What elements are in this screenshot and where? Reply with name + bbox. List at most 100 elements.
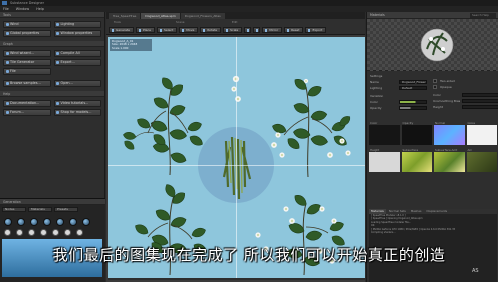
compile-all-button[interactable]: Compile All [53,50,101,57]
node-knob[interactable] [69,218,77,226]
help-header: Help [0,91,104,97]
opacity-map-thumb[interactable]: Opacity [401,121,432,145]
material-preview[interactable] [367,19,498,71]
ao-map-thumb[interactable]: AO [466,148,497,172]
tile-generator-button[interactable]: Tile Generator [3,59,51,66]
right-panel: Materials Search Help Settings Name Dogwo… [366,12,498,282]
texture-map-grid: Color Opacity Normal Gloss Height Subsur… [369,121,497,172]
open-button[interactable]: Open... [53,80,101,87]
node-dot[interactable] [40,229,47,236]
atlas-toolbar: Generate Place Select Move Rotate Scale … [106,25,365,35]
color-slider[interactable] [399,99,427,105]
materials-title: Materials [370,13,385,17]
select-button[interactable]: Select [157,27,178,33]
tab-presets[interactable]: Presets [54,207,78,212]
search-help-field[interactable]: Search Help [470,13,496,18]
normal-map-label: Normal [435,121,446,125]
side-color-label: Color [433,93,441,97]
node-knob[interactable] [17,218,25,226]
node-knob[interactable] [56,218,64,226]
normal-map-thumb[interactable]: Normal [434,121,465,145]
color-map-label: Color [370,121,378,125]
subsurface-amount-map-label: Subsurface Amt [435,148,458,152]
node-knob[interactable] [82,218,90,226]
video-subtitle: 我们最后的图集现在完成了 所以我们可以开始真正的创造 [52,246,446,264]
viewport-info: Dogwood_A_01 Size: 2048 x 2048 Scale 1.0… [110,39,152,51]
export-atlas-button[interactable]: Export [305,27,327,33]
node-dot[interactable] [28,229,35,236]
tab-nodes[interactable]: Nodes [2,207,26,212]
reset-button[interactable]: Reset [284,27,304,33]
window-title: Substance Designer [10,1,44,5]
lighting-dropdown[interactable]: Default [399,85,427,91]
watermark-logo: AS [472,268,479,274]
opacity-map-label: Opacity [402,121,414,125]
remove-button[interactable] [253,27,261,33]
name-field[interactable]: Dogwood_Flower [399,79,427,85]
opaque-checkbox[interactable] [433,85,437,89]
documentation-button[interactable]: Documentation... [3,100,51,107]
unsmoothing-bias-label: Unsmoothing Bias [433,99,461,103]
global-properties-button[interactable]: Global properties [3,30,51,37]
place-button[interactable]: Place [136,27,155,33]
tools-header: Tools [0,12,104,18]
preview-sphere [367,19,498,71]
tab-meshes[interactable]: Meshes [409,209,424,214]
forum-button[interactable]: Forum... [3,109,51,116]
mirror-button[interactable]: Mirror [262,27,283,33]
settings-label: Settings [370,74,383,78]
move-button[interactable]: Move [179,27,199,33]
gloss-map-label: Gloss [467,121,476,125]
node-dot[interactable] [76,229,83,236]
scale-button[interactable]: Scale [223,27,243,33]
export-button[interactable]: Export... [53,59,101,66]
material-side-properties: Two-sided Opaque Color Unsmoothing Bias … [433,78,498,110]
graph-header: Graph [0,41,104,47]
tab-displacements[interactable]: Displacements [424,209,449,214]
side-color-field[interactable] [462,92,498,98]
shop-models-button[interactable]: Shop for models... [53,109,101,116]
opacity-slider[interactable] [399,105,427,111]
wind-wizard-button[interactable]: Wind wizard... [3,50,51,57]
app-logo-icon [2,1,7,5]
unsmoothing-bias-field[interactable] [462,98,498,104]
height-field[interactable] [462,104,498,110]
node-knob[interactable] [4,218,12,226]
document-tabs: Tree_SpeedTree Dogwood_Atlas.spm Dogwood… [106,12,365,19]
subsurface-map-label: Subsurface [402,148,419,152]
subsurface-map-thumb[interactable]: Subsurface [401,148,432,172]
node-dot[interactable] [4,229,11,236]
viewport-statusbar [108,278,365,280]
gloss-map-thumb[interactable]: Gloss [466,121,497,145]
editor-area: Tree_SpeedTree Dogwood_Atlas.spm Dogwood… [106,12,365,282]
node-dot[interactable] [64,229,71,236]
video-tutorials-button[interactable]: Video tutorials... [53,100,101,107]
opacity-label: Opacity [370,106,382,110]
lighting-label: Lighting [370,86,383,90]
info-line: Scale 1.000 [112,45,129,50]
height-map-thumb[interactable]: Height [369,148,400,172]
branch-top-left [122,75,205,176]
console-line: Compiling shaders... [371,231,396,235]
window-properties-button[interactable]: Window properties [53,30,101,37]
opaque-label: Opaque [440,85,452,89]
lighting-button[interactable]: Lighting [53,21,101,28]
file-button[interactable]: File [3,68,51,75]
node-dot[interactable] [52,229,59,236]
node-knob[interactable] [43,218,51,226]
two-sided-label: Two-sided [440,79,455,83]
browse-samples-button[interactable]: Browse samples... [3,80,51,87]
rotate-button[interactable]: Rotate [200,27,222,33]
tab-materials[interactable]: Materials [28,207,52,212]
node-dot[interactable] [16,229,23,236]
color-map-thumb[interactable]: Color [369,121,400,145]
node-knob[interactable] [30,218,38,226]
ao-map-label: AO [467,148,472,152]
subsurface-amount-map-thumb[interactable]: Subsurface Amt [434,148,465,172]
color-label: Color [370,100,378,104]
height-label: Height [433,105,443,109]
wind-button[interactable]: Wind [3,21,51,28]
two-sided-checkbox[interactable] [433,79,437,83]
generate-button[interactable]: Generate [109,27,135,33]
add-button[interactable] [244,27,252,33]
